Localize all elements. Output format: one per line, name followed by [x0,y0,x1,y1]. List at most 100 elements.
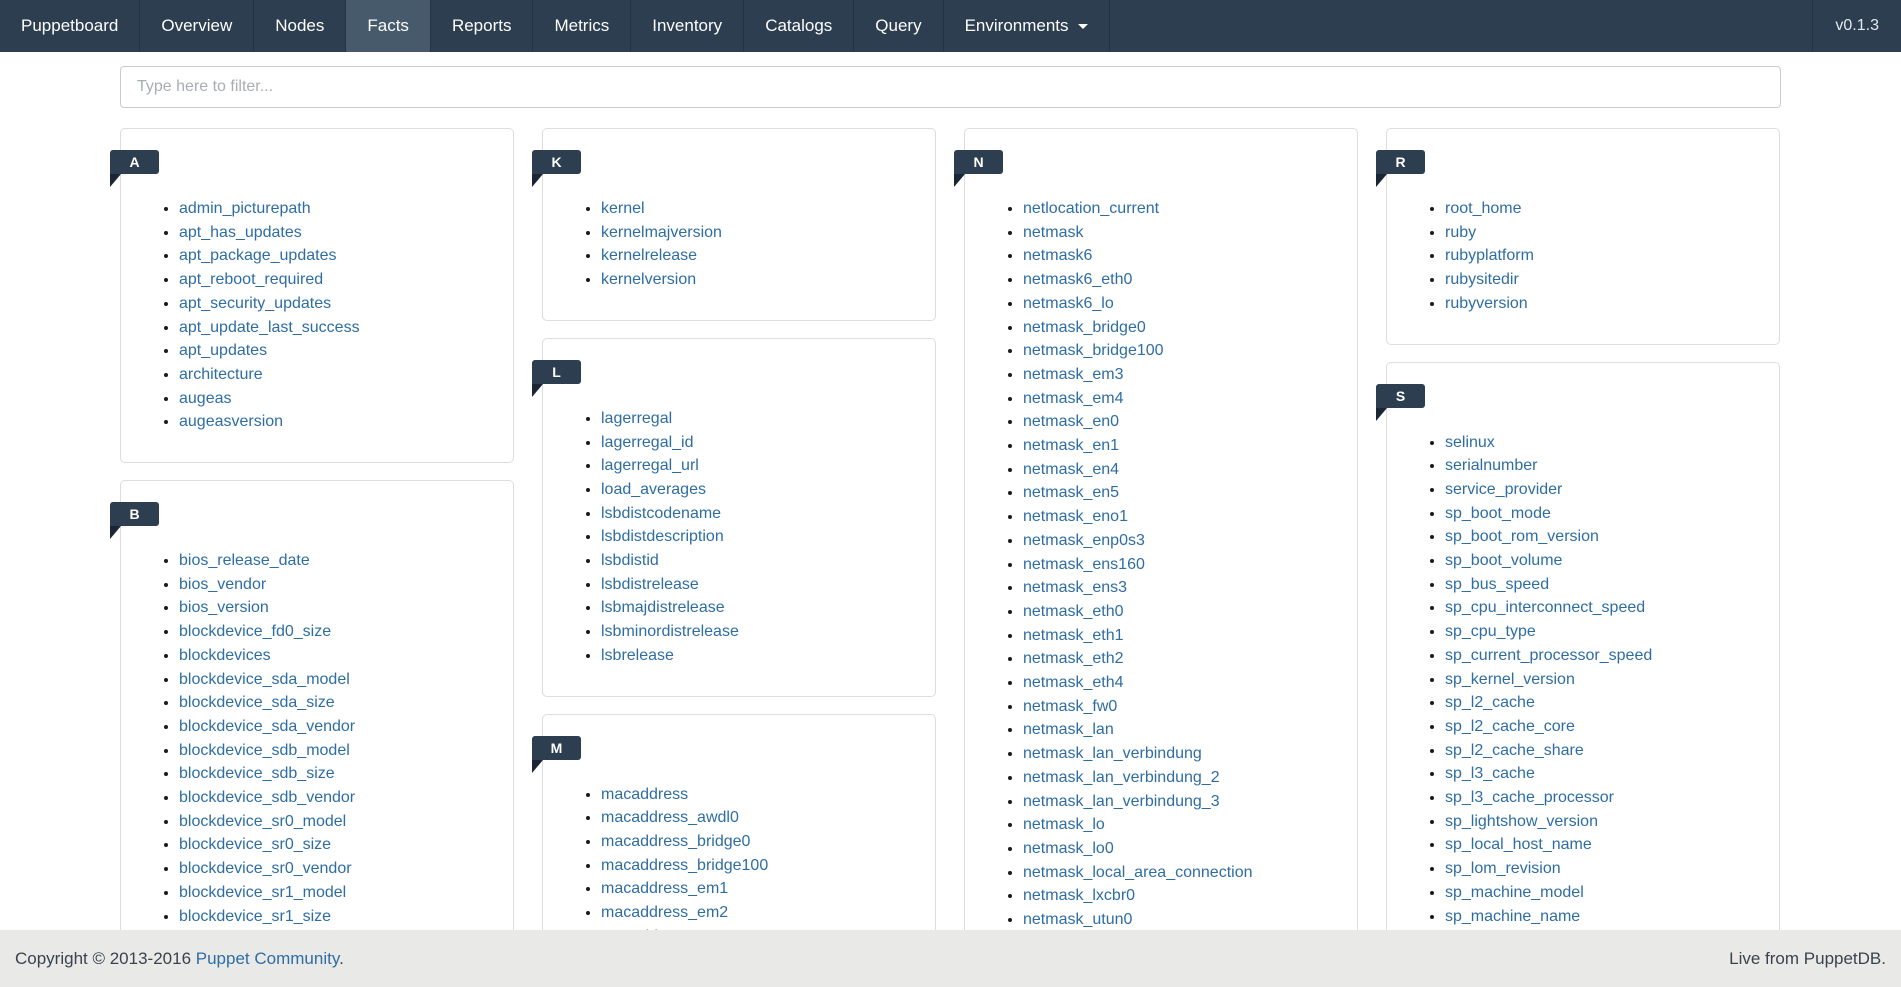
fact-link[interactable]: netmask_em3 [1023,366,1124,383]
fact-link[interactable]: sp_bus_speed [1445,576,1549,593]
fact-link[interactable]: blockdevice_sda_model [179,671,350,688]
fact-link[interactable]: blockdevice_sr0_vendor [179,860,352,877]
fact-link[interactable]: augeas [179,390,232,407]
fact-link[interactable]: lagerregal [601,410,672,427]
fact-link[interactable]: apt_update_last_success [179,319,360,336]
fact-link[interactable]: blockdevice_sdb_model [179,742,350,759]
fact-link[interactable]: netmask_ens3 [1023,579,1127,596]
fact-link[interactable]: netmask6_eth0 [1023,271,1132,288]
fact-link[interactable]: sp_machine_model [1445,884,1584,901]
fact-link[interactable]: selinux [1445,434,1495,451]
fact-link[interactable]: sp_l2_cache_share [1445,742,1584,759]
fact-link[interactable]: netmask_ens160 [1023,556,1145,573]
fact-link[interactable]: bios_vendor [179,576,266,593]
nav-item-reports[interactable]: Reports [431,0,534,52]
fact-link[interactable]: sp_lightshow_version [1445,813,1598,830]
fact-link[interactable]: blockdevice_sdb_size [179,765,335,782]
fact-link[interactable]: rubyversion [1445,295,1528,312]
fact-link[interactable]: sp_current_processor_speed [1445,647,1652,664]
fact-link[interactable]: admin_picturepath [179,200,311,217]
fact-link[interactable]: netmask_lan [1023,721,1114,738]
fact-link[interactable]: netmask_utun0 [1023,911,1132,928]
nav-item-nodes[interactable]: Nodes [254,0,346,52]
fact-link[interactable]: sp_l2_cache_core [1445,718,1575,735]
navbar-brand[interactable]: Puppetboard [0,0,140,52]
fact-link[interactable]: netmask_eno1 [1023,508,1128,525]
fact-link[interactable]: netmask_lo [1023,816,1105,833]
fact-link[interactable]: netmask_fw0 [1023,698,1117,715]
fact-link[interactable]: netmask_bridge0 [1023,319,1146,336]
fact-link[interactable]: kernelversion [601,271,696,288]
fact-link[interactable]: netmask_lan_verbindung_3 [1023,793,1220,810]
fact-link[interactable]: netmask_en1 [1023,437,1119,454]
fact-link[interactable]: blockdevice_fd0_size [179,623,331,640]
fact-link[interactable]: netmask_lxcbr0 [1023,887,1135,904]
fact-link[interactable]: apt_reboot_required [179,271,323,288]
fact-link[interactable]: lsbminordistrelease [601,623,739,640]
fact-link[interactable]: blockdevice_sda_vendor [179,718,355,735]
fact-link[interactable]: apt_package_updates [179,247,336,264]
nav-item-inventory[interactable]: Inventory [631,0,744,52]
fact-link[interactable]: netmask_enp0s3 [1023,532,1145,549]
fact-link[interactable]: macaddress_em1 [601,880,728,897]
fact-link[interactable]: kernelmajversion [601,224,722,241]
nav-item-overview[interactable]: Overview [140,0,254,52]
fact-link[interactable]: netmask6 [1023,247,1092,264]
fact-link[interactable]: sp_kernel_version [1445,671,1575,688]
fact-link[interactable]: netmask_lo0 [1023,840,1114,857]
fact-link[interactable]: root_home [1445,200,1522,217]
fact-link[interactable]: sp_local_host_name [1445,836,1592,853]
fact-link[interactable]: netmask_em4 [1023,390,1124,407]
fact-link[interactable]: blockdevice_sr1_model [179,884,346,901]
fact-link[interactable]: sp_lom_revision [1445,860,1561,877]
fact-link[interactable]: lsbdistid [601,552,659,569]
fact-link[interactable]: sp_l3_cache_processor [1445,789,1614,806]
nav-item-facts[interactable]: Facts [346,0,431,52]
fact-link[interactable]: blockdevice_sdb_vendor [179,789,355,806]
fact-link[interactable]: sp_machine_name [1445,908,1580,925]
fact-link[interactable]: lsbdistdescription [601,528,724,545]
fact-link[interactable]: rubysitedir [1445,271,1519,288]
fact-link[interactable]: lagerregal_id [601,434,694,451]
fact-link[interactable]: macaddress_awdl0 [601,809,739,826]
filter-input[interactable] [120,66,1781,108]
fact-link[interactable]: blockdevices [179,647,271,664]
fact-link[interactable]: service_provider [1445,481,1562,498]
nav-item-metrics[interactable]: Metrics [533,0,631,52]
fact-link[interactable]: kernel [601,200,645,217]
fact-link[interactable]: blockdevice_sda_size [179,694,335,711]
fact-link[interactable]: bios_version [179,599,269,616]
fact-link[interactable]: sp_l2_cache [1445,694,1535,711]
fact-link[interactable]: netmask_lan_verbindung [1023,745,1202,762]
fact-link[interactable]: macaddress_bridge0 [601,833,750,850]
fact-link[interactable]: netlocation_current [1023,200,1159,217]
fact-link[interactable]: lsbdistcodename [601,505,721,522]
fact-link[interactable]: macaddress_bridge100 [601,857,768,874]
fact-link[interactable]: architecture [179,366,263,383]
fact-link[interactable]: apt_security_updates [179,295,331,312]
fact-link[interactable]: netmask_eth4 [1023,674,1124,691]
fact-link[interactable]: ruby [1445,224,1476,241]
fact-link[interactable]: apt_has_updates [179,224,302,241]
fact-link[interactable]: apt_updates [179,342,267,359]
fact-link[interactable]: sp_boot_volume [1445,552,1562,569]
fact-link[interactable]: netmask_en5 [1023,484,1119,501]
fact-link[interactable]: netmask_bridge100 [1023,342,1164,359]
fact-link[interactable]: lsbdistrelease [601,576,699,593]
fact-link[interactable]: lagerregal_url [601,457,699,474]
fact-link[interactable]: sp_boot_rom_version [1445,528,1599,545]
fact-link[interactable]: rubyplatform [1445,247,1534,264]
puppet-community-link[interactable]: Puppet Community [196,949,339,968]
fact-link[interactable]: blockdevice_sr0_model [179,813,346,830]
fact-link[interactable]: lsbrelease [601,647,674,664]
nav-item-environments-dropdown[interactable]: Environments [944,0,1110,52]
fact-link[interactable]: blockdevice_sr0_size [179,836,331,853]
fact-link[interactable]: netmask_lan_verbindung_2 [1023,769,1220,786]
fact-link[interactable]: sp_l3_cache [1445,765,1535,782]
fact-link[interactable]: netmask_eth0 [1023,603,1124,620]
fact-link[interactable]: netmask_eth2 [1023,650,1124,667]
fact-link[interactable]: load_averages [601,481,706,498]
fact-link[interactable]: serialnumber [1445,457,1537,474]
fact-link[interactable]: augeasversion [179,413,283,430]
fact-link[interactable]: netmask [1023,224,1083,241]
